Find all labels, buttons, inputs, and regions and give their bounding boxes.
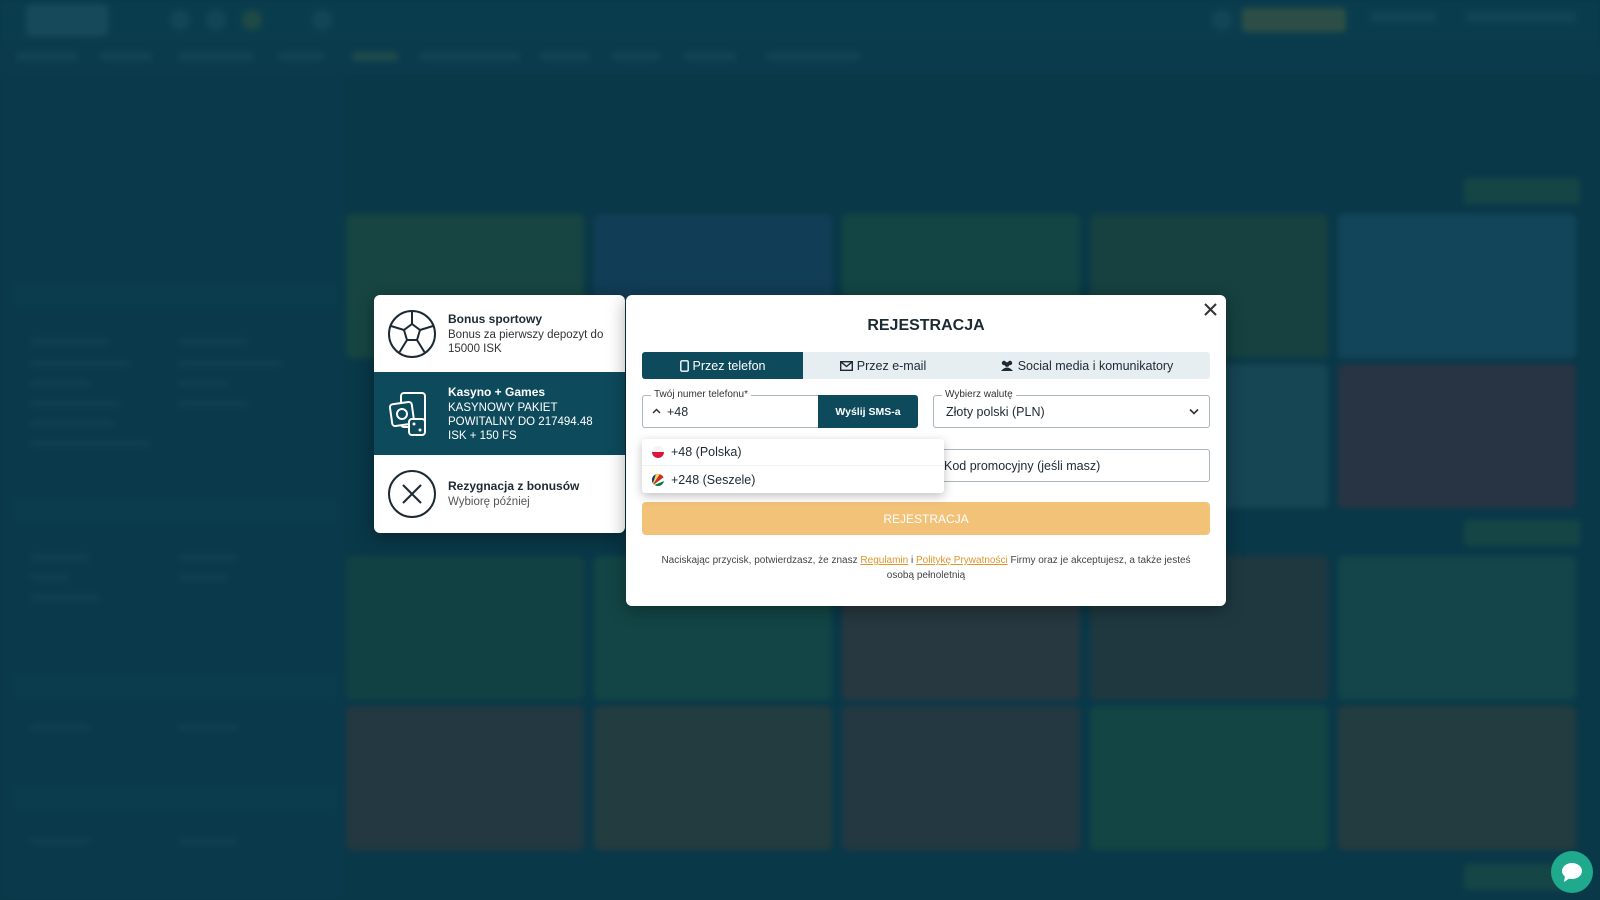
tab-phone-label: Przez telefon — [692, 358, 766, 373]
chevron-down-icon — [1189, 408, 1199, 415]
close-icon[interactable] — [1202, 301, 1218, 317]
bonus-none-title: Rezygnacja z bonusów — [448, 479, 580, 493]
chat-button[interactable] — [1551, 851, 1593, 893]
legal-text: Naciskając przycisk, potwierdzasz, że zn… — [661, 555, 861, 566]
required-mark: * — [744, 389, 748, 400]
bonus-casino-desc: KASYNOWY PAKIET POWITALNY DO 217494.48 I… — [448, 401, 593, 442]
cancel-circle-icon — [386, 468, 438, 520]
dropdown-item-label: +48 (Polska) — [671, 445, 742, 459]
register-submit-button[interactable]: REJESTRACJA — [642, 502, 1210, 535]
terms-link[interactable]: Regulamin — [860, 555, 908, 566]
country-code-dropdown: +48 (Polska) +248 (Seszele) — [642, 439, 944, 493]
currency-select[interactable]: Wybierz walutę Złoty polski (PLN) — [933, 389, 1210, 428]
registration-tabs: Przez telefon Przez e-mail Social media … — [642, 352, 1210, 379]
currency-label: Wybierz walutę — [942, 389, 1016, 400]
users-icon — [1000, 360, 1013, 371]
bonus-casino-title: Kasyno + Games — [448, 384, 546, 399]
send-sms-button[interactable]: Wyślij SMS-a — [818, 395, 918, 428]
bonus-option-none[interactable]: Rezygnacja z bonusów Wybiorę później — [374, 455, 625, 533]
bonus-panel: Bonus sportowy Bonus za pierwszy depozyt… — [374, 295, 625, 533]
legal-text: i — [908, 555, 916, 566]
promo-code-placeholder: Kod promocyjny (jeśli masz) — [944, 459, 1101, 473]
tab-email-label: Przez e-mail — [856, 358, 927, 373]
bonus-option-casino[interactable]: Kasyno + Games KASYNOWY PAKIET POWITALNY… — [374, 372, 625, 455]
promo-code-input[interactable]: Kod promocyjny (jeśli masz) — [933, 449, 1210, 482]
dropdown-item-label: +248 (Seszele) — [671, 472, 756, 487]
flag-seychelles-icon — [652, 473, 664, 486]
bonus-sport-desc: Bonus za pierwszy depozyt do 15000 ISK — [448, 328, 604, 355]
phone-input[interactable]: Twój numer telefonu* +48 — [642, 389, 818, 428]
privacy-policy-link[interactable]: Politykę Prywatności — [916, 555, 1008, 566]
tab-social-label: Social media i komunikatory — [1017, 358, 1174, 373]
phone-icon — [679, 359, 689, 372]
casino-cards-icon — [386, 388, 438, 440]
tab-phone[interactable]: Przez telefon — [642, 352, 803, 379]
legal-notice: Naciskając przycisk, potwierdzasz, że zn… — [656, 553, 1196, 583]
phone-value: +48 — [667, 405, 689, 419]
tab-email[interactable]: Przez e-mail — [803, 352, 963, 379]
registration-modal: REJESTRACJA Przez telefon Przez e-mail S… — [626, 295, 1226, 606]
chevron-up-icon[interactable] — [652, 408, 661, 414]
phone-label-text: Twój numer telefonu — [654, 389, 745, 400]
phone-label: Twój numer telefonu* — [651, 389, 751, 400]
bonus-none-desc: Wybiorę później — [448, 496, 530, 508]
dropdown-item-poland[interactable]: +48 (Polska) — [642, 439, 944, 466]
bonus-sport-title: Bonus sportowy — [448, 311, 543, 326]
bonus-option-sport[interactable]: Bonus sportowy Bonus za pierwszy depozyt… — [374, 295, 625, 372]
currency-value: Złoty polski (PLN) — [946, 405, 1045, 419]
flag-poland-icon — [652, 446, 664, 458]
modal-title: REJESTRACJA — [867, 317, 985, 334]
mail-icon — [839, 360, 853, 371]
tab-social[interactable]: Social media i komunikatory — [963, 352, 1210, 379]
dropdown-item-seychelles[interactable]: +248 (Seszele) — [642, 466, 944, 493]
soccer-ball-icon — [386, 308, 438, 360]
chat-icon — [1562, 863, 1582, 882]
